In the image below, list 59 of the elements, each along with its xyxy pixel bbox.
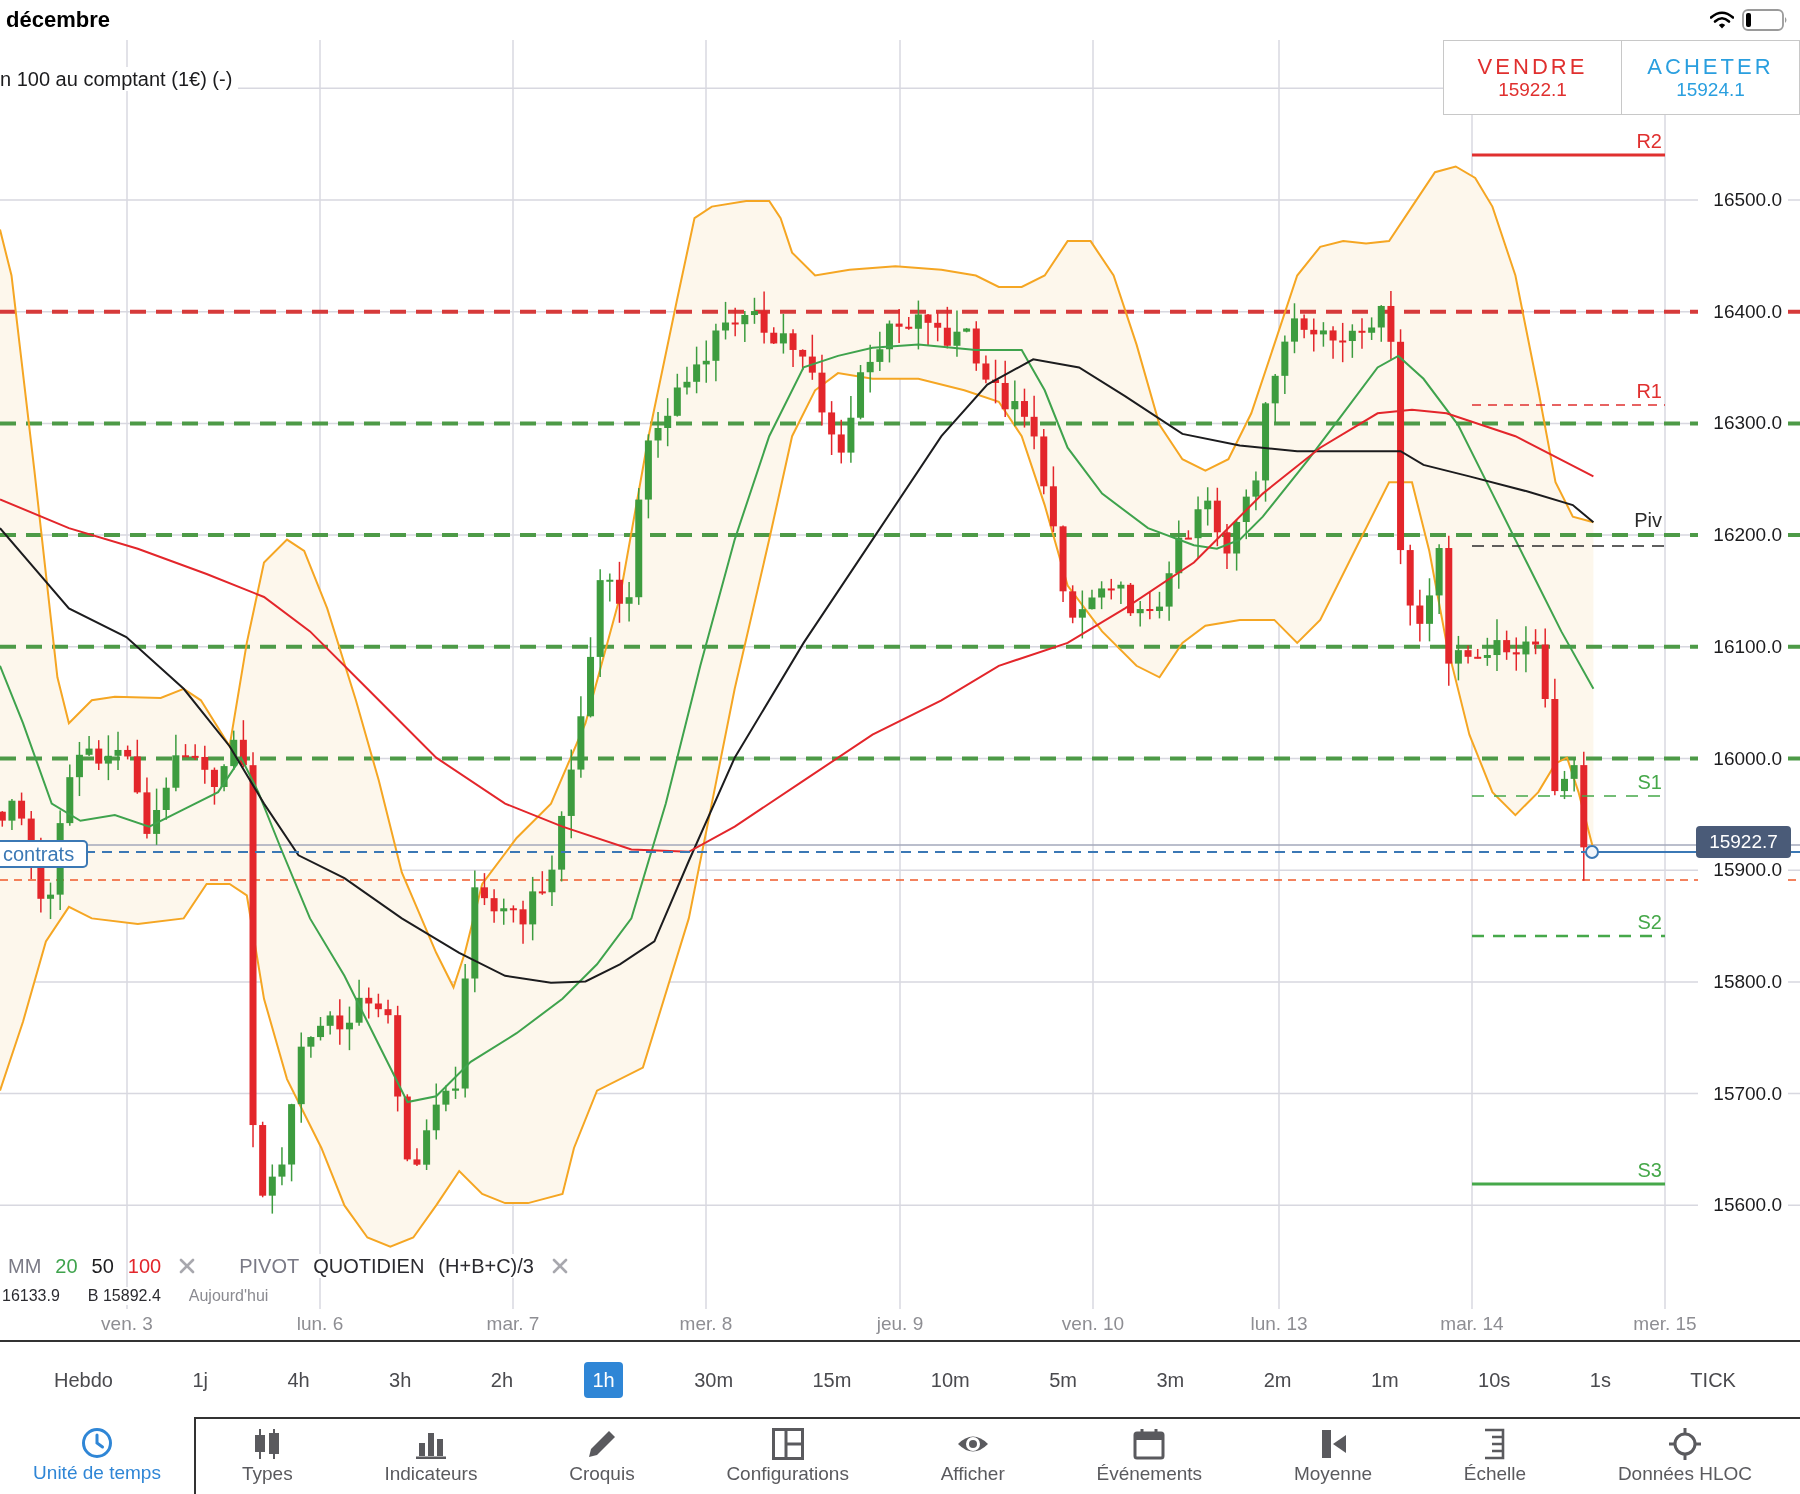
level-label: S1 [1637,771,1662,793]
wifi-icon [1710,11,1734,29]
toolbar-button[interactable]: Données HLOC [1617,1428,1752,1485]
timeframe-tab[interactable]: Hebdo [46,1361,121,1398]
calendar-icon [1133,1428,1166,1460]
position-tag[interactable]: contrats [0,840,89,868]
price-axis-label: 16300.0 [1713,412,1782,435]
timeframe-tab[interactable]: 15m [804,1361,860,1398]
timeframe-tab[interactable]: 10s [1470,1361,1519,1398]
close-icon[interactable] [179,1258,196,1274]
price-axis-label: 16200.0 [1713,524,1782,547]
indicator-parameter: QUOTIDIEN [313,1254,425,1278]
timeframe-tab[interactable]: 5m [1041,1361,1085,1398]
timeframe-tab[interactable]: 1j [184,1361,216,1398]
toolbar-button[interactable]: Types [242,1428,293,1485]
timeframe-tab[interactable]: 1m [1362,1361,1407,1398]
instrument-title: n 100 au comptant (1€) (-) [0,67,239,91]
toolbar-button[interactable]: Unité de temps [33,1427,161,1484]
clock-icon [81,1427,113,1459]
toolbar-button[interactable]: Moyenne [1293,1428,1373,1485]
toolbar-button[interactable]: Indicateurs [384,1428,478,1485]
level-label: S3 [1637,1159,1662,1181]
timeframe-tab[interactable]: 2m [1255,1361,1300,1398]
timeframe-tab[interactable]: 30m [686,1361,742,1398]
layout-icon [771,1428,804,1460]
price-marker-icon [1585,845,1599,859]
price-axis-label: 16000.0 [1713,747,1782,770]
timeframe-tab[interactable]: 3h [381,1361,420,1398]
price-axis-label: 15700.0 [1713,1082,1782,1105]
timeframe-tab[interactable]: 10m [922,1361,978,1398]
indicator-value: B 15892.4 [87,1287,161,1305]
price-axis-label: 15900.0 [1713,859,1782,882]
timeframe-tab[interactable]: 3m [1148,1361,1193,1398]
level-label: Piv [1634,509,1662,531]
indicator-value: Aujourd'hui [188,1287,269,1305]
toolbar-button[interactable]: Afficher [940,1428,1005,1485]
price-axis-label: 15600.0 [1713,1194,1782,1217]
price-axis-label: 16500.0 [1713,189,1782,211]
current-price-tag: 15922.7 [1696,826,1791,858]
toolbar-button[interactable]: Croquis [569,1428,635,1485]
level-label: R1 [1636,380,1662,402]
status-month-label: décembre [6,7,110,33]
crosshair-icon [1668,1428,1701,1460]
battery-icon [1742,9,1788,31]
timeframe-tab[interactable]: 2h [482,1361,521,1398]
timeframe-tab[interactable]: 1s [1581,1361,1619,1398]
level-label: R2 [1636,130,1662,152]
price-axis-label: 16100.0 [1713,635,1782,658]
close-icon[interactable] [551,1258,568,1274]
toolbar-button[interactable]: Échelle [1463,1428,1527,1485]
timeframe-tab[interactable]: 4h [279,1361,318,1398]
timeframe-tab[interactable]: 1h [584,1361,623,1398]
toolbar-button[interactable]: Configurations [726,1428,849,1485]
toolbar-button[interactable]: Événements [1096,1428,1203,1485]
level-label: S2 [1637,911,1662,933]
price-axis-label: 15800.0 [1713,970,1782,993]
timeframe-tab[interactable]: TICK [1682,1361,1744,1398]
indicator-parameter: (H+B+C)/3 [438,1254,534,1278]
price-axis-label: 16400.0 [1713,300,1782,323]
